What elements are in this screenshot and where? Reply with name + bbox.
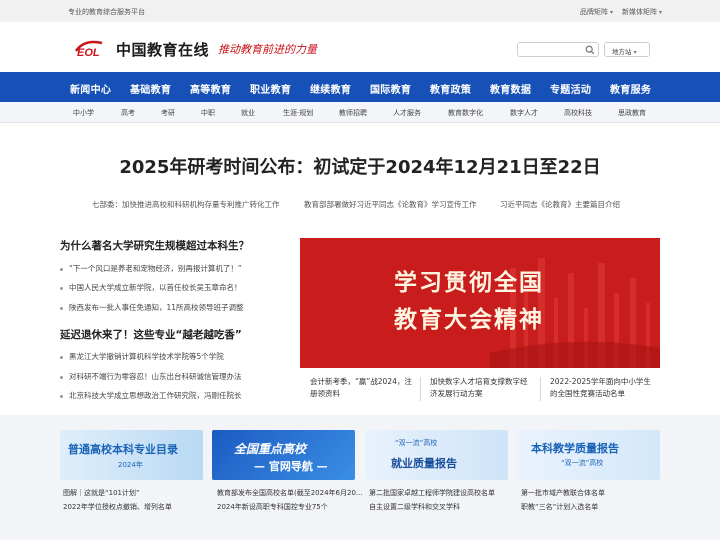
news-list-item[interactable]: 陕西发布一批人事任免通知，11所高校领导班子调整 [60, 302, 244, 313]
caption-link[interactable]: 会计新考季，“赢”战2024，注册领资料 [310, 376, 414, 400]
news-list-item[interactable]: 中国人民大学成立新学院，以首任校长吴玉章命名！ [60, 282, 242, 293]
subnav-item[interactable]: 就业 [241, 108, 255, 118]
subnav-item[interactable]: 生涯·规划 [283, 108, 313, 118]
main-nav: 新闻中心 基础教育 高等教育 职业教育 继续教育 国际教育 教育政策 教育数据 … [0, 72, 720, 102]
caption-link[interactable]: 加快数字人才培育支撑数字经济发展行动方案 [430, 376, 534, 400]
nav-special-events[interactable]: 专题活动 [550, 81, 591, 96]
nav-news-center[interactable]: 新闻中心 [70, 81, 111, 96]
top-bar: 专业的教育综合服务平台 品牌矩阵 ▾ 新媒体矩阵 ▾ [0, 0, 720, 22]
site-slogan: 推动教育前进的力量 [218, 43, 317, 56]
promo-card-teaching-quality[interactable]: 本科教学质量报告 “双一流”高校 [517, 430, 660, 480]
card-title: 本科教学质量报告 [531, 442, 619, 455]
subnav-item[interactable]: 高校科技 [564, 108, 592, 118]
promo-card-employment-report[interactable]: “双一流”高校 就业质量报告 [365, 430, 508, 480]
subnav-item[interactable]: 数字人才 [510, 108, 538, 118]
card-title: 就业质量报告 [391, 457, 457, 470]
card-title: 普通高校本科专业目录 [68, 443, 178, 456]
nav-higher-education[interactable]: 高等教育 [190, 81, 231, 96]
card-link[interactable]: 第二批国家卓越工程师学院建设高校名单 [369, 488, 495, 498]
search-box[interactable] [517, 42, 599, 57]
new-media-matrix-link[interactable]: 新媒体矩阵 ▾ [622, 7, 662, 17]
sub-headline-link[interactable]: 教育部部署做好习近平同志《论教育》学习宣传工作 [304, 199, 477, 210]
nav-continuing-education[interactable]: 继续教育 [310, 81, 351, 96]
nav-education-data[interactable]: 教育数据 [490, 81, 531, 96]
svg-text:EOL: EOL [77, 47, 100, 59]
site-tagline: 专业的教育综合服务平台 [68, 8, 145, 16]
card-link[interactable]: 第一批市域产教联合体名单 [521, 488, 605, 498]
nav-vocational-education[interactable]: 职业教育 [250, 81, 291, 96]
bullet-icon [60, 306, 63, 310]
chevron-down-icon: ▾ [610, 9, 614, 16]
nav-education-services[interactable]: 教育服务 [610, 81, 651, 96]
subnav-item[interactable]: 高考 [121, 108, 135, 118]
banner-title-line: 学习贯彻全国 [394, 269, 544, 296]
card-subtitle: — 官网导航 — [254, 460, 328, 473]
subnav-item[interactable]: 教师招聘 [339, 108, 367, 118]
site-logo-text[interactable]: 中国教育在线 [116, 39, 209, 60]
subnav-item[interactable]: 中职 [201, 108, 215, 118]
sub-headline-link[interactable]: 七部委：加快推进高校和科研机构存量专利推广转化工作 [92, 199, 280, 210]
sub-nav: 中小学 高考 考研 中职 就业 生涯·规划 教师招聘 人才服务 教育数字化 数字… [0, 102, 720, 123]
caption-divider [420, 377, 421, 401]
nav-basic-education[interactable]: 基础教育 [130, 81, 171, 96]
news-list-item[interactable]: 黑龙江大学撤销计算机科学技术学院等5个学院 [60, 351, 224, 362]
card-link[interactable]: 职教“三名”计划入选名单 [521, 502, 598, 512]
subnav-item[interactable]: 考研 [161, 108, 175, 118]
subnav-item[interactable]: 人才服务 [393, 108, 421, 118]
eol-logo-icon[interactable]: EOL [72, 37, 116, 59]
news-list-item[interactable]: 北京科技大学成立思想政治工作研究院，冯刚任院长 [60, 390, 242, 401]
subnav-item[interactable]: 教育数字化 [448, 108, 483, 118]
card-link[interactable]: 2024年新设高职专科国控专业75个 [217, 502, 328, 512]
news-list-item[interactable]: 对科研不端行为零容忍！山东出台科研诚信管理办法 [60, 371, 242, 382]
subnav-item[interactable]: 思政教育 [618, 108, 646, 118]
subnav-item[interactable]: 中小学 [73, 108, 94, 118]
sub-headline-link[interactable]: 习近平同志《论教育》主要篇目介绍 [500, 199, 620, 210]
brand-matrix-link[interactable]: 品牌矩阵 ▾ [580, 7, 613, 17]
chevron-down-icon: ▾ [659, 9, 663, 16]
bullet-icon [60, 375, 63, 379]
promo-card-university-nav[interactable]: 全国重点高校 — 官网导航 — [212, 430, 355, 480]
chevron-down-icon: ▾ [633, 49, 637, 56]
search-input[interactable] [521, 44, 581, 55]
bullet-icon [60, 355, 63, 359]
bullet-icon [60, 267, 63, 271]
card-subtitle: 2024年 [118, 461, 143, 469]
card-title: 全国重点高校 [234, 442, 307, 456]
news-heading[interactable]: 延迟退休来了！这些专业“越老越吃香” [60, 327, 242, 342]
card-link[interactable]: 教育部发布全国高校名单(截至2024年6月20... [217, 488, 363, 498]
card-link[interactable]: 图解｜这就是“101计划” [63, 488, 140, 498]
caption-divider [540, 377, 541, 401]
nav-education-policy[interactable]: 教育政策 [430, 81, 471, 96]
news-list-item[interactable]: “下一个风口是养老和宠物经济，别再报计算机了！” [60, 263, 242, 274]
card-link[interactable]: 2022年学位授权点撤销、增列名单 [63, 502, 172, 512]
nav-international-education[interactable]: 国际教育 [370, 81, 411, 96]
card-subtitle: “双一流”高校 [561, 459, 604, 467]
bullet-icon [60, 394, 63, 398]
main-headline[interactable]: 2025年研考时间公布：初试定于2024年12月21日至22日 [0, 153, 720, 179]
carousel-indicators[interactable] [596, 357, 635, 368]
bullet-icon [60, 286, 63, 290]
region-select[interactable]: 地方站 ▾ [604, 42, 650, 57]
feature-banner[interactable]: 学习贯彻全国 教育大会精神 [300, 238, 660, 368]
caption-link[interactable]: 2022-2025学年面向中小学生的全国性竞赛活动名单 [550, 376, 654, 400]
card-link[interactable]: 自主设置二级学科和交叉学科 [369, 502, 460, 512]
card-subtitle: “双一流”高校 [395, 439, 438, 447]
site-header: EOL 中国教育在线 推动教育前进的力量 地方站 ▾ [0, 22, 720, 72]
news-heading[interactable]: 为什么著名大学研究生规模超过本科生？ [60, 238, 249, 253]
search-icon[interactable] [585, 45, 595, 55]
promo-card-majors[interactable]: 普通高校本科专业目录 2024年 [60, 430, 203, 480]
banner-title-line: 教育大会精神 [394, 306, 544, 333]
